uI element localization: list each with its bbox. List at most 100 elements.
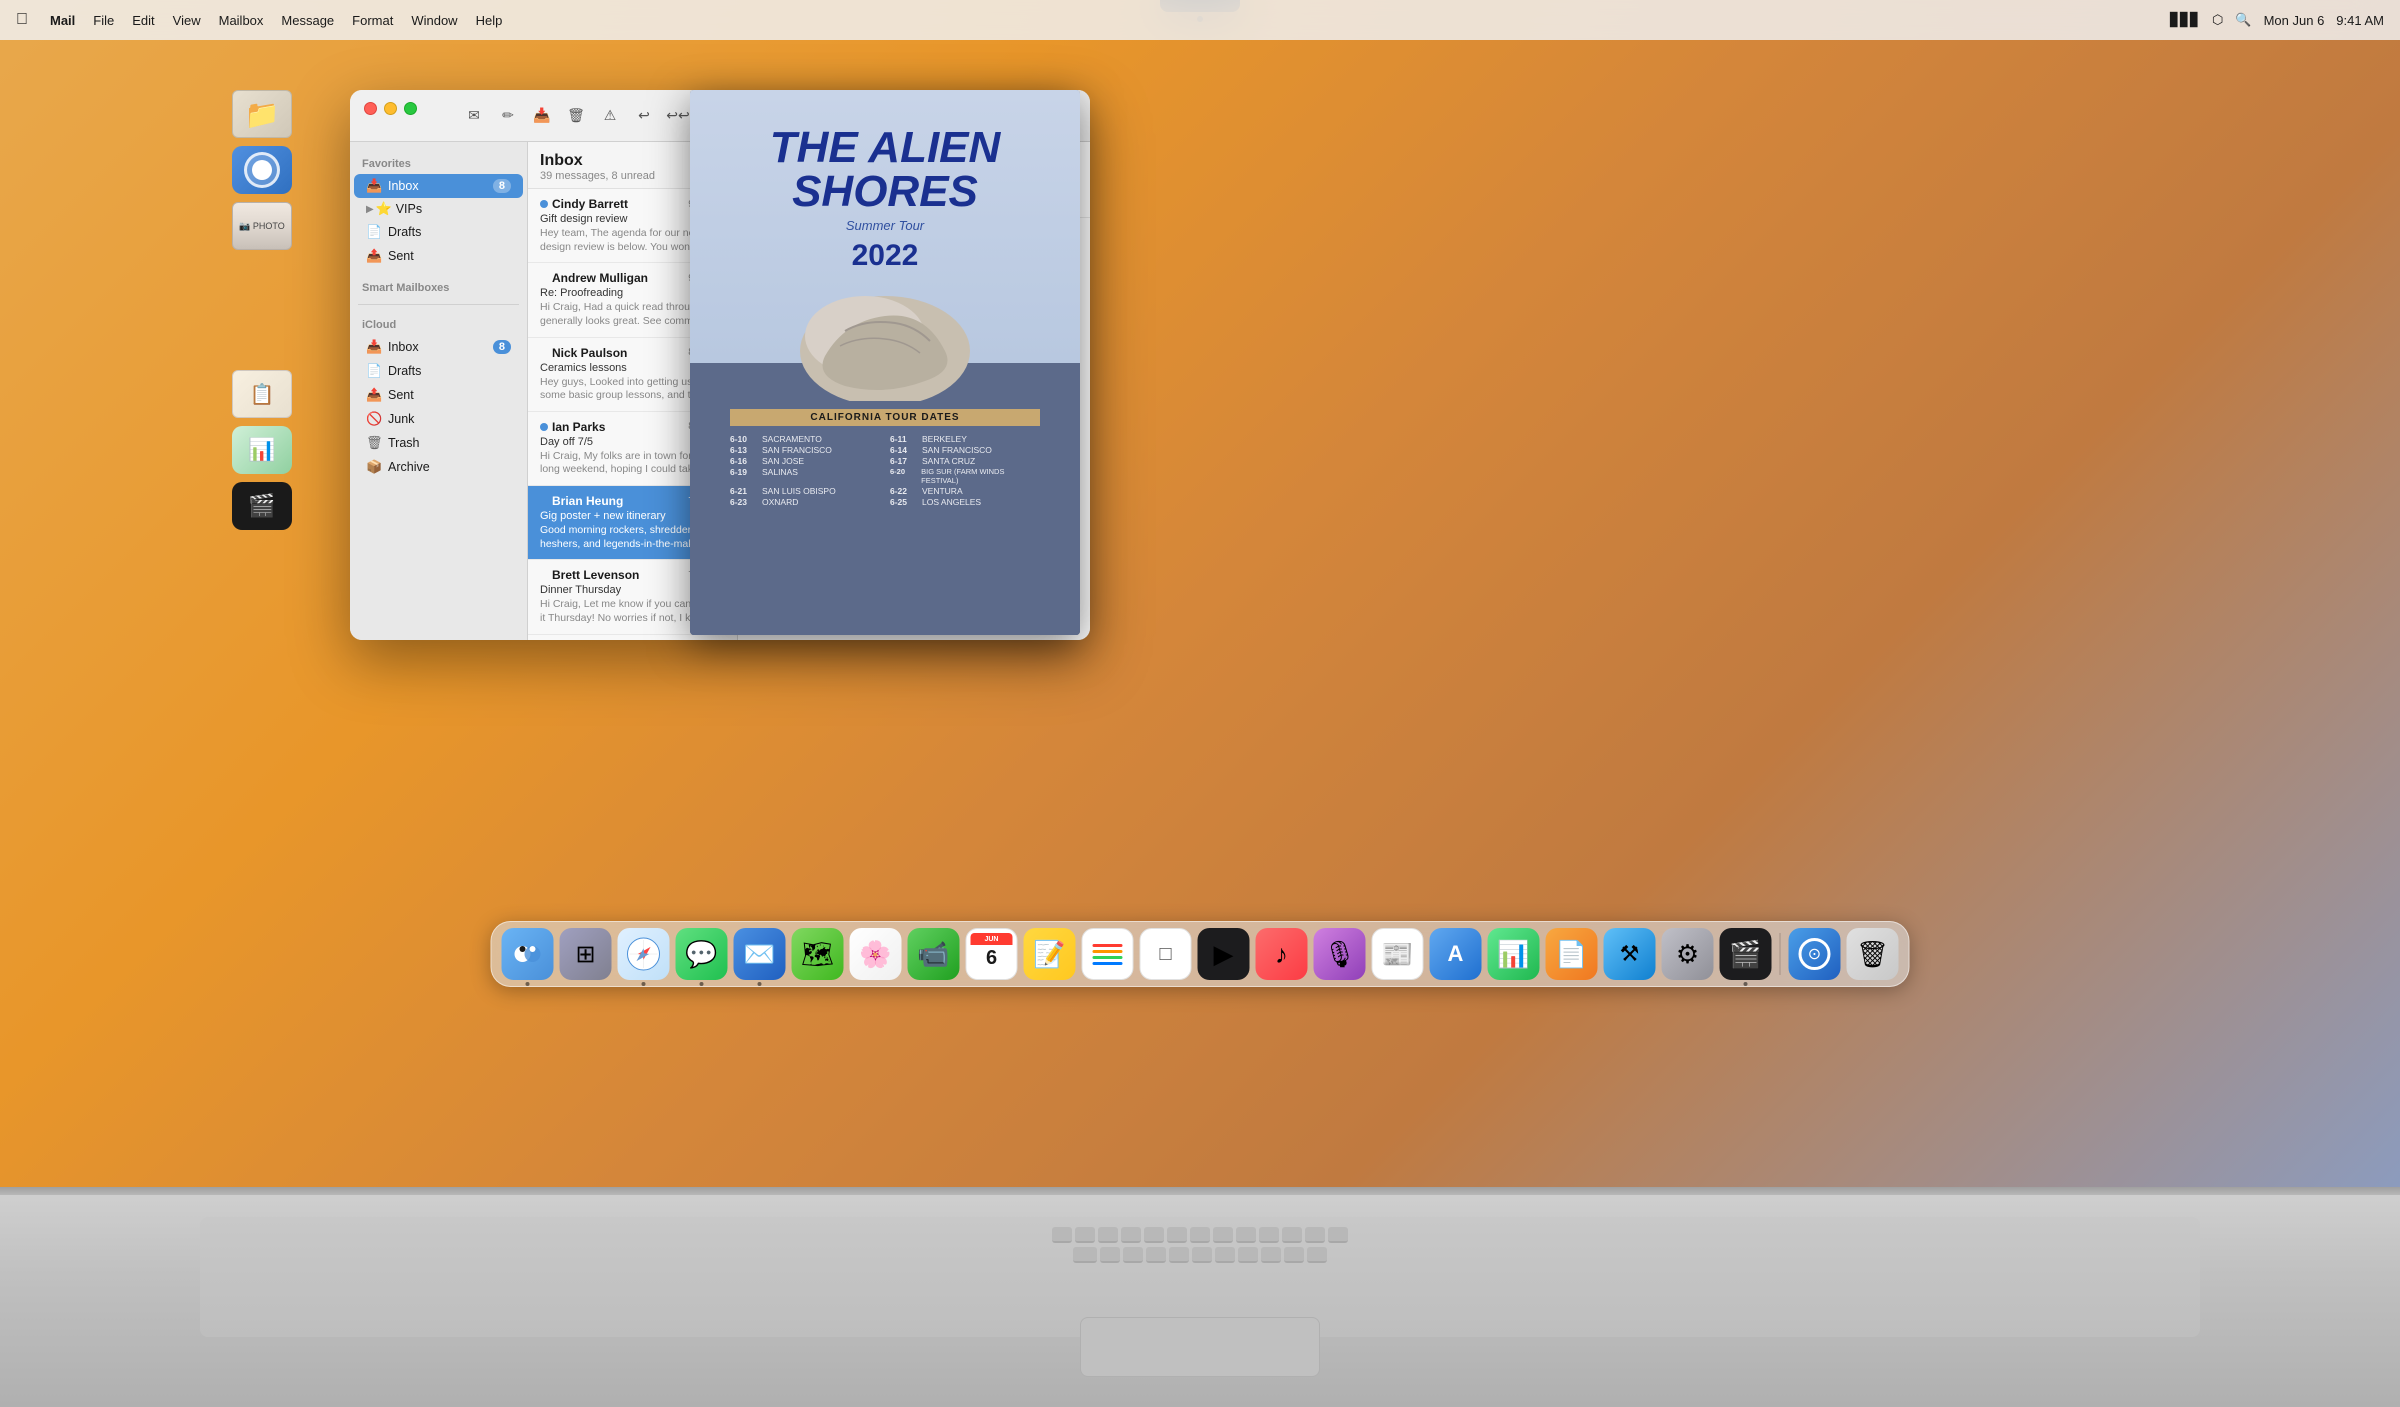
sidebar-item-inbox-fav[interactable]: 📥 Inbox 8: [354, 174, 523, 198]
dock-launchpad[interactable]: ⊞: [560, 928, 612, 980]
menu-format[interactable]: Format: [352, 13, 393, 28]
key[interactable]: [1073, 1247, 1097, 1263]
trash-icon: 🗑: [366, 435, 382, 451]
inbox-icloud-label: Inbox: [388, 340, 487, 354]
compose-icon[interactable]: ✉: [460, 102, 488, 130]
vips-row[interactable]: ▶ ⭐ VIPs: [354, 199, 523, 219]
desktop-icon-6[interactable]: 🎬: [228, 482, 296, 530]
key[interactable]: [1167, 1227, 1187, 1243]
key[interactable]: [1215, 1247, 1235, 1263]
macbook-frame:  Mail File Edit View Mailbox Message Fo…: [0, 0, 2400, 1407]
dock-facetime[interactable]: 📹: [908, 928, 960, 980]
desktop-icon-1[interactable]: 📁: [228, 90, 296, 138]
key[interactable]: [1098, 1227, 1118, 1243]
macbook-trackpad[interactable]: [1080, 1317, 1320, 1377]
sidebar-item-archive[interactable]: 📦 Archive: [354, 455, 523, 479]
dock-mosaic[interactable]: A: [1430, 928, 1482, 980]
dock-system-prefs[interactable]: ⚙: [1662, 928, 1714, 980]
reply-all-icon[interactable]: ↩↩: [664, 102, 692, 130]
finder-icon: [510, 936, 546, 972]
key[interactable]: [1284, 1247, 1304, 1263]
sidebar-item-trash[interactable]: 🗑 Trash: [354, 431, 523, 455]
reply-icon[interactable]: ↩: [630, 102, 658, 130]
sidebar-item-junk[interactable]: 🚫 Junk: [354, 407, 523, 431]
dock-maps[interactable]: 🗺: [792, 928, 844, 980]
key[interactable]: [1213, 1227, 1233, 1243]
key[interactable]: [1236, 1227, 1256, 1243]
dock-instruments[interactable]: ⚒: [1604, 928, 1656, 980]
key[interactable]: [1190, 1227, 1210, 1243]
desktop-icon-3[interactable]: 📷 PHOTO: [228, 202, 296, 250]
sidebar-item-sent-icloud[interactable]: 📤 Sent: [354, 383, 523, 407]
archive-icon[interactable]: 📥: [528, 102, 556, 130]
dock-calendar[interactable]: JUN 6: [966, 928, 1018, 980]
dock-news[interactable]: 📰: [1372, 928, 1424, 980]
menu-file[interactable]: File: [93, 13, 114, 28]
sidebar-item-drafts-icloud[interactable]: 📄 Drafts: [354, 359, 523, 383]
sidebar-item-sent-fav[interactable]: 📤 Sent: [354, 244, 523, 268]
sidebar-item-drafts-fav[interactable]: 📄 Drafts: [354, 220, 523, 244]
key[interactable]: [1144, 1227, 1164, 1243]
sent-fav-label: Sent: [388, 249, 414, 263]
video-icon: 🎬: [248, 493, 275, 519]
maximize-button[interactable]: [404, 102, 417, 115]
dock-appletv[interactable]: ▶: [1198, 928, 1250, 980]
junk-icon[interactable]: ⚠: [596, 102, 624, 130]
vips-icon: ⭐: [376, 201, 392, 217]
menu-window[interactable]: Window: [411, 13, 457, 28]
date-row-5: 6-17SANTA CRUZ: [890, 456, 1040, 466]
sidebar-item-inbox-icloud[interactable]: 📥 Inbox 8: [354, 335, 523, 359]
desktop-icon-6-img: 🎬: [232, 482, 292, 530]
trash-label: Trash: [388, 436, 420, 450]
dock-safari[interactable]: [618, 928, 670, 980]
menu-view[interactable]: View: [173, 13, 201, 28]
minimize-button[interactable]: [384, 102, 397, 115]
key[interactable]: [1282, 1227, 1302, 1243]
menu-app[interactable]: Mail: [50, 13, 75, 28]
key[interactable]: [1192, 1247, 1212, 1263]
dock-finder[interactable]: [502, 928, 554, 980]
apple-logo-icon[interactable]: : [16, 11, 28, 29]
message-item-6[interactable]: Greg Apodaca Yesterday Oops 😱 Okay, some…: [528, 635, 737, 640]
desktop-icon-2[interactable]: [228, 146, 296, 194]
key[interactable]: [1123, 1247, 1143, 1263]
dock-numbers[interactable]: 📊: [1488, 928, 1540, 980]
key[interactable]: [1261, 1247, 1281, 1263]
dock-messages[interactable]: 💬: [676, 928, 728, 980]
dock-reminders[interactable]: [1082, 928, 1134, 980]
key[interactable]: [1121, 1227, 1141, 1243]
key[interactable]: [1146, 1247, 1166, 1263]
desktop-icon-5[interactable]: 📊: [228, 426, 296, 474]
dock-pages[interactable]: 📄: [1546, 928, 1598, 980]
music-icon: ♪: [1275, 939, 1288, 970]
dock-freeform[interactable]: □: [1140, 928, 1192, 980]
key[interactable]: [1169, 1247, 1189, 1263]
key[interactable]: [1238, 1247, 1258, 1263]
key[interactable]: [1100, 1247, 1120, 1263]
dock-mail[interactable]: ✉️: [734, 928, 786, 980]
search-icon[interactable]: 🔍: [2235, 12, 2251, 28]
key[interactable]: [1307, 1247, 1327, 1263]
key[interactable]: [1075, 1227, 1095, 1243]
key[interactable]: [1052, 1227, 1072, 1243]
delete-icon[interactable]: 🗑: [562, 102, 590, 130]
dock-podcasts[interactable]: 🎙: [1314, 928, 1366, 980]
dock-trash[interactable]: 🗑: [1847, 928, 1899, 980]
keyboard-rows: [200, 1217, 2200, 1273]
menu-edit[interactable]: Edit: [132, 13, 154, 28]
key[interactable]: [1259, 1227, 1279, 1243]
key[interactable]: [1328, 1227, 1348, 1243]
menu-message[interactable]: Message: [281, 13, 334, 28]
dock-accessibility[interactable]: ⊙: [1789, 928, 1841, 980]
menu-mailbox[interactable]: Mailbox: [219, 13, 264, 28]
dock-final-cut[interactable]: 🎬: [1720, 928, 1772, 980]
dock-notes[interactable]: 📝: [1024, 928, 1076, 980]
key[interactable]: [1305, 1227, 1325, 1243]
wifi-icon: ⬡: [2212, 12, 2223, 28]
pencil-icon[interactable]: ✏: [494, 102, 522, 130]
menu-help[interactable]: Help: [476, 13, 503, 28]
close-button[interactable]: [364, 102, 377, 115]
dock-music[interactable]: ♪: [1256, 928, 1308, 980]
dock-photos[interactable]: 🌸: [850, 928, 902, 980]
desktop-icon-4[interactable]: 📋: [228, 370, 296, 418]
